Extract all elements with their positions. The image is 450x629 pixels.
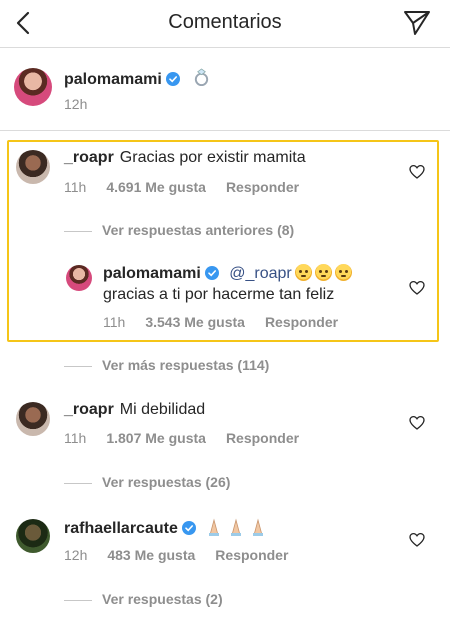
- view-replies-button[interactable]: Ver respuestas (26): [64, 474, 230, 490]
- pleading-face-emoji: [334, 264, 352, 281]
- avatar[interactable]: [16, 150, 50, 184]
- comment-line: rafhaellarcaute: [64, 518, 272, 538]
- pleading-face-emoji: [294, 264, 312, 281]
- avatar[interactable]: [16, 402, 50, 436]
- divider-dash: [64, 365, 92, 367]
- likes-count[interactable]: 4.691 Me gusta: [106, 179, 206, 195]
- caption-line: palomamami: [64, 68, 211, 89]
- heart-icon[interactable]: [409, 532, 425, 548]
- view-more-replies-button[interactable]: Ver más respuestas (114): [64, 357, 269, 373]
- heart-icon[interactable]: [409, 164, 425, 180]
- highlight-box: [7, 140, 439, 342]
- reply-mention[interactable]: @_roapr: [229, 265, 292, 282]
- comment-line: _roapr Gracias por existir mamita: [64, 149, 306, 167]
- avatar[interactable]: [66, 265, 92, 291]
- view-replies-label: Ver respuestas (2): [102, 591, 223, 607]
- avatar[interactable]: [14, 68, 52, 106]
- comment-line: _roapr Mi debilidad: [64, 401, 205, 419]
- pleading-face-emoji: [314, 264, 332, 281]
- comment-username[interactable]: rafhaellarcaute: [64, 520, 178, 537]
- view-previous-replies-button[interactable]: Ver respuestas anteriores (8): [64, 222, 294, 238]
- comment-username[interactable]: _roapr: [64, 149, 114, 166]
- view-more-replies-label: Ver más respuestas (114): [102, 357, 270, 373]
- likes-count[interactable]: 1.807 Me gusta: [106, 430, 206, 446]
- comment-meta: 11h 1.807 Me gusta Responder: [64, 430, 319, 446]
- heart-icon[interactable]: [409, 415, 425, 431]
- avatar[interactable]: [16, 519, 50, 553]
- comment-meta: 11h 4.691 Me gusta Responder: [64, 179, 319, 195]
- reply-meta: 11h 3.543 Me gusta Responder: [103, 314, 358, 330]
- comment-meta: 12h 483 Me gusta Responder: [64, 547, 308, 563]
- ring-icon: [195, 68, 209, 87]
- verified-badge-icon: [204, 266, 219, 280]
- view-replies-button[interactable]: Ver respuestas (2): [64, 591, 223, 607]
- caption-time: 12h: [64, 96, 88, 112]
- view-previous-replies-label: Ver respuestas anteriores (8): [102, 222, 295, 238]
- page-title: Comentarios: [168, 11, 282, 33]
- heart-icon[interactable]: [409, 280, 425, 296]
- verified-badge-icon: [181, 521, 196, 535]
- comment-time: 12h: [64, 547, 88, 563]
- caption-meta: 12h: [64, 96, 107, 112]
- likes-count[interactable]: 483 Me gusta: [107, 547, 195, 563]
- reply-button[interactable]: Responder: [215, 547, 288, 563]
- divider-dash: [64, 482, 92, 484]
- reply-text: gracias a ti por hacerme tan feliz: [103, 286, 335, 303]
- verified-badge-icon: [165, 72, 180, 86]
- comment-text: Mi debilidad: [119, 401, 206, 418]
- comment-time: 11h: [64, 430, 87, 446]
- comment-time: 11h: [64, 179, 87, 195]
- header-bar: Comentarios: [0, 0, 450, 48]
- reply-username[interactable]: palomamami: [103, 265, 201, 282]
- direct-send-icon[interactable]: [402, 8, 432, 38]
- reply-line: palomamami @_roapr: [103, 264, 352, 283]
- reply-button[interactable]: Responder: [265, 314, 338, 330]
- post-caption: palomamami 12h: [0, 49, 450, 131]
- likes-count[interactable]: 3.543 Me gusta: [145, 314, 245, 330]
- divider-dash: [64, 599, 92, 601]
- reply-button[interactable]: Responder: [226, 430, 299, 446]
- praying-hands-icon: [209, 518, 264, 536]
- reply-time: 11h: [103, 314, 126, 330]
- view-replies-label: Ver respuestas (26): [102, 474, 231, 490]
- reply-button[interactable]: Responder: [226, 179, 299, 195]
- comment-text: Gracias por existir mamita: [119, 149, 306, 166]
- comment-username[interactable]: _roapr: [64, 401, 114, 418]
- divider-dash: [64, 230, 92, 232]
- caption-username[interactable]: palomamami: [64, 71, 162, 88]
